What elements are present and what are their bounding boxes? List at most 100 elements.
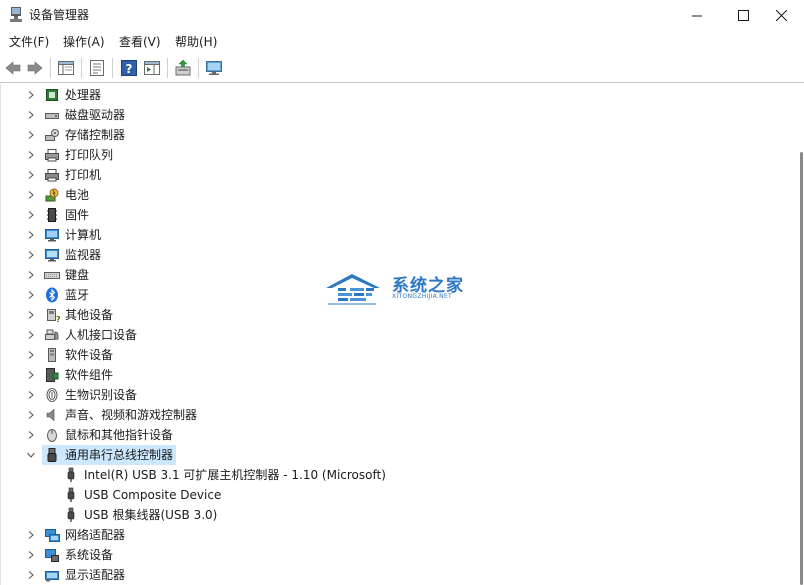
tree-item-13[interactable]: 软件设备 [1,345,781,365]
menu-action[interactable]: 操作(A) [63,34,105,50]
properties-icon[interactable] [88,59,106,77]
tree-item-label: 显示适配器 [65,568,126,582]
scrollbar-thumb[interactable] [800,152,803,585]
hid-icon [45,329,59,340]
tree-item-20[interactable]: 系统设备 [1,545,781,565]
chevron-right-icon[interactable] [27,211,35,219]
tree-item-label: 蓝牙 [65,288,90,302]
tree-item-4[interactable]: 打印机 [1,165,781,185]
tree-item-label: 处理器 [65,88,102,102]
tree-item-0[interactable]: 处理器 [1,85,781,105]
monitor-icon [45,249,59,262]
tree-item-label: 声音、视频和游戏控制器 [65,408,198,422]
tree-item-label: 打印队列 [65,148,114,162]
tree-item-14[interactable]: 软件组件 [1,365,781,385]
watermark-logo-icon [326,274,380,305]
chevron-right-icon[interactable] [27,131,35,139]
chevron-right-icon[interactable] [27,351,35,359]
system-device-icon [45,549,59,562]
tree-item-label: 监视器 [65,248,102,262]
forward-arrow-icon[interactable] [26,59,44,77]
tree-item-19[interactable]: 网络适配器 [1,525,781,545]
chevron-right-icon[interactable] [27,151,35,159]
usb-plug-icon [67,467,75,482]
toolbar-separator [81,58,82,78]
close-button[interactable] [758,0,804,31]
close-icon [775,10,787,21]
chevron-right-icon[interactable] [27,531,35,539]
svg-text:?: ? [126,62,133,76]
tree-item-label: 存储控制器 [65,128,126,142]
printer-icon [45,169,59,182]
back-arrow-icon[interactable] [4,59,22,77]
usb-plug-icon [67,507,75,522]
biometric-icon [46,388,58,402]
chevron-right-icon[interactable] [27,311,35,319]
device-manager-icon [10,7,22,22]
chevron-right-icon[interactable] [27,331,35,339]
tree-item-18[interactable]: 通用串行总线控制器 [1,445,781,465]
watermark: 系统之家 XITONGZHIJIA.NET [322,268,482,318]
tree-item-label: 其他设备 [65,308,114,322]
toolbar-separator [198,58,199,78]
chevron-right-icon[interactable] [27,271,35,279]
usb-plug-icon [67,487,75,502]
vertical-scrollbar[interactable] [790,84,804,585]
action-pane-icon[interactable] [143,59,161,77]
battery-icon [45,188,59,202]
bluetooth-icon [46,287,58,303]
show-hide-console-tree-icon[interactable] [57,59,75,77]
chevron-right-icon[interactable] [27,251,35,259]
tree-child-item-1[interactable]: USB Composite Device [1,485,781,505]
chevron-right-icon[interactable] [27,191,35,199]
tree-item-1[interactable]: 磁盘驱动器 [1,105,781,125]
tree-item-21[interactable]: 显示适配器 [1,565,781,585]
chevron-right-icon[interactable] [27,391,35,399]
scan-hardware-changes-icon[interactable] [205,59,223,77]
tree-item-7[interactable]: 计算机 [1,225,781,245]
tree-item-label: 计算机 [65,228,102,242]
chevron-right-icon[interactable] [27,411,35,419]
tree-item-label: 固件 [65,208,90,222]
tree-item-5[interactable]: 电池 [1,185,781,205]
menu-view[interactable]: 查看(V) [119,34,161,50]
device-tree: 处理器磁盘驱动器存储控制器打印队列打印机电池固件计算机监视器键盘蓝牙? 其他设备人… [0,84,790,585]
svg-text:?: ? [56,315,60,323]
chevron-right-icon[interactable] [27,291,35,299]
audio-icon [46,408,55,422]
tree-item-16[interactable]: 声音、视频和游戏控制器 [1,405,781,425]
tree-item-label: 键盘 [65,268,90,282]
tree-item-label: 系统设备 [65,548,114,562]
chevron-right-icon[interactable] [27,551,35,559]
chevron-right-icon[interactable] [27,231,35,239]
help-icon[interactable]: ? [120,59,138,77]
tree-item-label: USB Composite Device [84,488,222,502]
tree-item-2[interactable]: 存储控制器 [1,125,781,145]
tree-item-label: 通用串行总线控制器 [65,448,174,462]
chevron-right-icon[interactable] [27,571,35,579]
tree-item-17[interactable]: 鼠标和其他指针设备 [1,425,781,445]
window-title: 设备管理器 [29,8,90,22]
tree-child-item-0[interactable]: Intel(R) USB 3.1 可扩展主机控制器 - 1.10 (Micros… [1,465,781,485]
chevron-right-icon[interactable] [27,111,35,119]
tree-item-12[interactable]: 人机接口设备 [1,325,781,345]
update-driver-icon[interactable] [174,59,192,77]
menu-file[interactable]: 文件(F) [9,34,49,50]
minimize-button[interactable] [674,0,720,31]
tree-item-8[interactable]: 监视器 [1,245,781,265]
disk-drive-icon [45,113,59,119]
chevron-down-icon[interactable] [27,451,35,459]
chevron-right-icon[interactable] [27,371,35,379]
tree-item-15[interactable]: 生物识别设备 [1,385,781,405]
tree-item-6[interactable]: 固件 [1,205,781,225]
network-adapter-icon [45,529,60,542]
tree-child-item-2[interactable]: USB 根集线器(USB 3.0) [1,505,781,525]
tree-item-3[interactable]: 打印队列 [1,145,781,165]
chevron-right-icon[interactable] [27,431,35,439]
computer-icon [45,229,59,242]
tree-item-label: 电池 [65,188,90,202]
menu-help[interactable]: 帮助(H) [175,34,217,50]
tree-item-label: 鼠标和其他指针设备 [65,428,174,442]
chevron-right-icon[interactable] [27,91,35,99]
chevron-right-icon[interactable] [27,171,35,179]
